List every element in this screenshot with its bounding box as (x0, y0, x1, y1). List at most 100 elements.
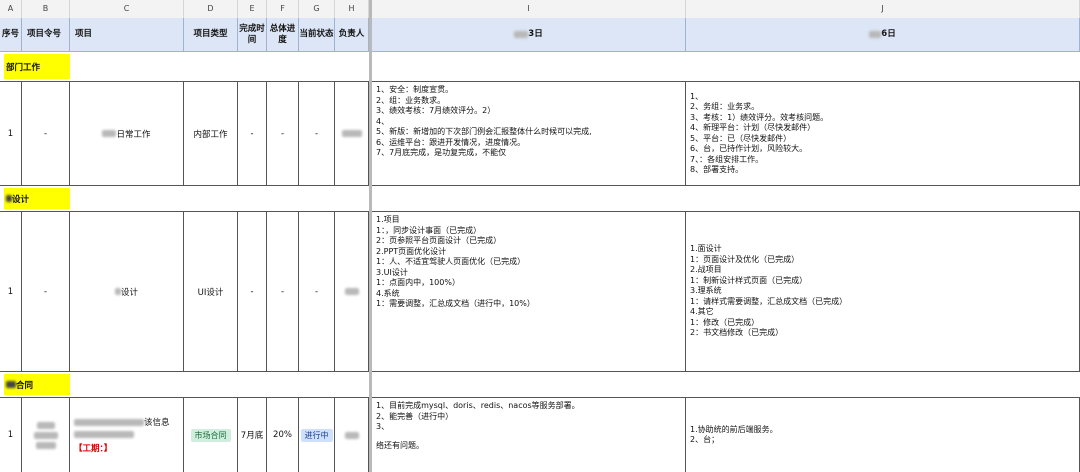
cell-col-j[interactable]: 1.面设计 1：页面设计及优化（已完成） 2.战项目 1：制新设计样式页面（已完… (686, 212, 1080, 371)
list-item: 6、运维平台：跟进开发情况，进度情况。 (376, 137, 526, 147)
section-label[interactable]: 合同 (4, 374, 70, 395)
redacted-text (102, 130, 117, 137)
cell-col-j[interactable]: 1、 2、务组：业务求。 3、考核：1）绩效评分。效考核问题。 4、新理平台：计… (686, 82, 1080, 185)
section-row: 合同 (0, 372, 1080, 398)
cell-type[interactable]: 市场合同 (184, 398, 238, 472)
list-item: 3.理系统 (690, 286, 722, 296)
header-status[interactable]: 当前状态 (299, 18, 335, 52)
col-letter-e[interactable]: E (238, 0, 267, 18)
col-letter-i[interactable]: I (372, 0, 686, 18)
cell-seq[interactable]: 1 (0, 82, 22, 185)
header-done-time[interactable]: 完成时间 (238, 18, 267, 52)
cell-progress[interactable]: 20% (267, 398, 299, 472)
section-label[interactable]: 设计 (4, 188, 70, 209)
col-letter-h[interactable]: H (335, 0, 369, 18)
list-item: 1：人、不适宜驾驶人页面优化（已完成） (376, 257, 526, 266)
col-letter-g[interactable]: G (299, 0, 335, 18)
header-project[interactable]: 项目 (70, 18, 184, 52)
list-item: 2.战项目 (690, 265, 722, 275)
cell-project[interactable]: 设计 (70, 212, 184, 371)
section-label-text: 设计 (12, 194, 30, 205)
cell-seq[interactable]: 1 (0, 398, 22, 472)
cell-col-j[interactable]: 1.协助统的前后端服务。 2、台； (686, 398, 1080, 472)
header-col-j-label: 6日 (881, 29, 896, 39)
cell-col-i[interactable]: 1、目前完成mysql、doris、redis、nacos等服务部署。 2、能完… (372, 398, 686, 472)
list-item: 1.项目 (376, 215, 400, 224)
col-letter-c[interactable]: C (70, 0, 184, 18)
list-item: 2、组：业务数求。 (376, 95, 446, 105)
cell-seq[interactable]: 1 (0, 212, 22, 371)
redacted-text (74, 431, 134, 438)
header-seq[interactable]: 序号 (0, 18, 22, 52)
redacted-text (341, 130, 362, 137)
list-item: 1：需要调整，汇总成文档（进行中，10%） (376, 299, 535, 308)
list-item: 3、绩效考核：7月绩效评分。2） (376, 106, 496, 115)
section-label-text: 合同 (16, 380, 34, 391)
header-owner[interactable]: 负责人 (335, 18, 369, 52)
list-item: 2、务组：业务求。 (690, 102, 760, 111)
header-progress[interactable]: 总体进度 (267, 18, 299, 52)
redacted-text (114, 288, 121, 295)
redacted-text (344, 288, 359, 295)
redacted-text (33, 431, 58, 439)
cell-status[interactable]: 进行中 (299, 398, 335, 472)
list-item: 2、台； (690, 435, 720, 444)
list-item: 2：书文档修改（已完成） (690, 328, 784, 338)
col-letter-a[interactable]: A (0, 0, 22, 18)
list-item: 7、7月底完成，是功复完成，不能仅 (376, 148, 507, 157)
col-letter-f[interactable]: F (267, 0, 299, 18)
list-item: 2、能完善（进行中） (376, 411, 454, 421)
list-item: 4、新理平台：计划（尽快发邮件） (690, 123, 816, 132)
cell-col-i[interactable]: 1、安全：制度宣贯。 2、组：业务数求。 3、绩效考核：7月绩效评分。2） 4、… (372, 82, 686, 185)
cell-owner[interactable] (335, 82, 369, 185)
cell-project[interactable]: 日常工作 (70, 82, 184, 185)
list-item: 3.UI设计 (376, 267, 408, 277)
header-col-i[interactable]: 3日 (372, 18, 686, 52)
cell-status[interactable]: - (299, 212, 335, 371)
list-item: 4、 (376, 116, 390, 126)
header-order[interactable]: 项目令号 (22, 18, 70, 52)
list-item: 5、新版：新增加的下次部门例会汇报整体什么时候可以完成, (376, 127, 592, 136)
list-item: 6、台，已持作计划，风险较大。 (690, 144, 808, 153)
cell-done-time[interactable]: - (238, 82, 267, 185)
cell-type[interactable]: 内部工作 (184, 82, 238, 185)
header-col-j[interactable]: 6日 (686, 18, 1080, 52)
list-item: 1、安全：制度宣贯。 (376, 85, 454, 94)
table-row: 1 该信息 【工期：】 市场合同 7月底 20% 进行中 1、目前完成mysql… (0, 398, 1080, 472)
cell-owner[interactable] (335, 398, 369, 472)
cell-status[interactable]: - (299, 82, 335, 185)
status-badge: 进行中 (300, 428, 333, 442)
cell-owner[interactable] (335, 212, 369, 371)
list-item: 4.系统 (376, 288, 400, 298)
cell-project-text: 日常工作 (116, 129, 151, 140)
cell-order[interactable] (22, 398, 70, 472)
cell-project[interactable]: 该信息 【工期：】 (70, 398, 184, 472)
col-letter-d[interactable]: D (184, 0, 238, 18)
cell-project-text: 该信息 (144, 418, 170, 428)
cell-col-i[interactable]: 1.项目 1：，同步设计事面（已完成） 2：页参照平台页面设计（已完成） 2.P… (372, 212, 686, 371)
cell-done-time[interactable]: - (238, 212, 267, 371)
cell-order[interactable]: - (22, 212, 70, 371)
list-item: 1：制新设计样式页面（已完成） (690, 275, 808, 285)
header-type[interactable]: 项目类型 (184, 18, 238, 52)
list-item: 1：，同步设计事面（已完成） (376, 225, 482, 235)
frozen-pane-divider[interactable] (369, 0, 372, 472)
cell-progress[interactable]: - (267, 212, 299, 371)
redacted-text (869, 31, 882, 38)
cell-progress[interactable]: - (267, 82, 299, 185)
cell-project-text: 设计 (120, 287, 138, 298)
list-item: 3、考核：1）绩效评分。效考核问题。 (690, 112, 829, 122)
header-col-i-label: 3日 (528, 29, 543, 39)
cell-type[interactable]: UI设计 (184, 212, 238, 371)
cell-order[interactable]: - (22, 82, 70, 185)
list-item: 1：请样式需要调整，汇总成文档（已完成） (690, 296, 848, 306)
redacted-text (36, 421, 55, 429)
col-letter-b[interactable]: B (22, 0, 70, 18)
col-letter-j[interactable]: J (686, 0, 1080, 18)
cell-done-time[interactable]: 7月底 (238, 398, 267, 472)
section-label[interactable]: 部门工作 (4, 54, 70, 79)
redacted-text (74, 419, 144, 426)
list-item: 5、平台：已（尽快发邮件） (690, 133, 792, 143)
list-item: 1：页面设计及优化（已完成） (690, 254, 800, 264)
list-item: 2.PPT页面优化设计 (376, 246, 447, 256)
